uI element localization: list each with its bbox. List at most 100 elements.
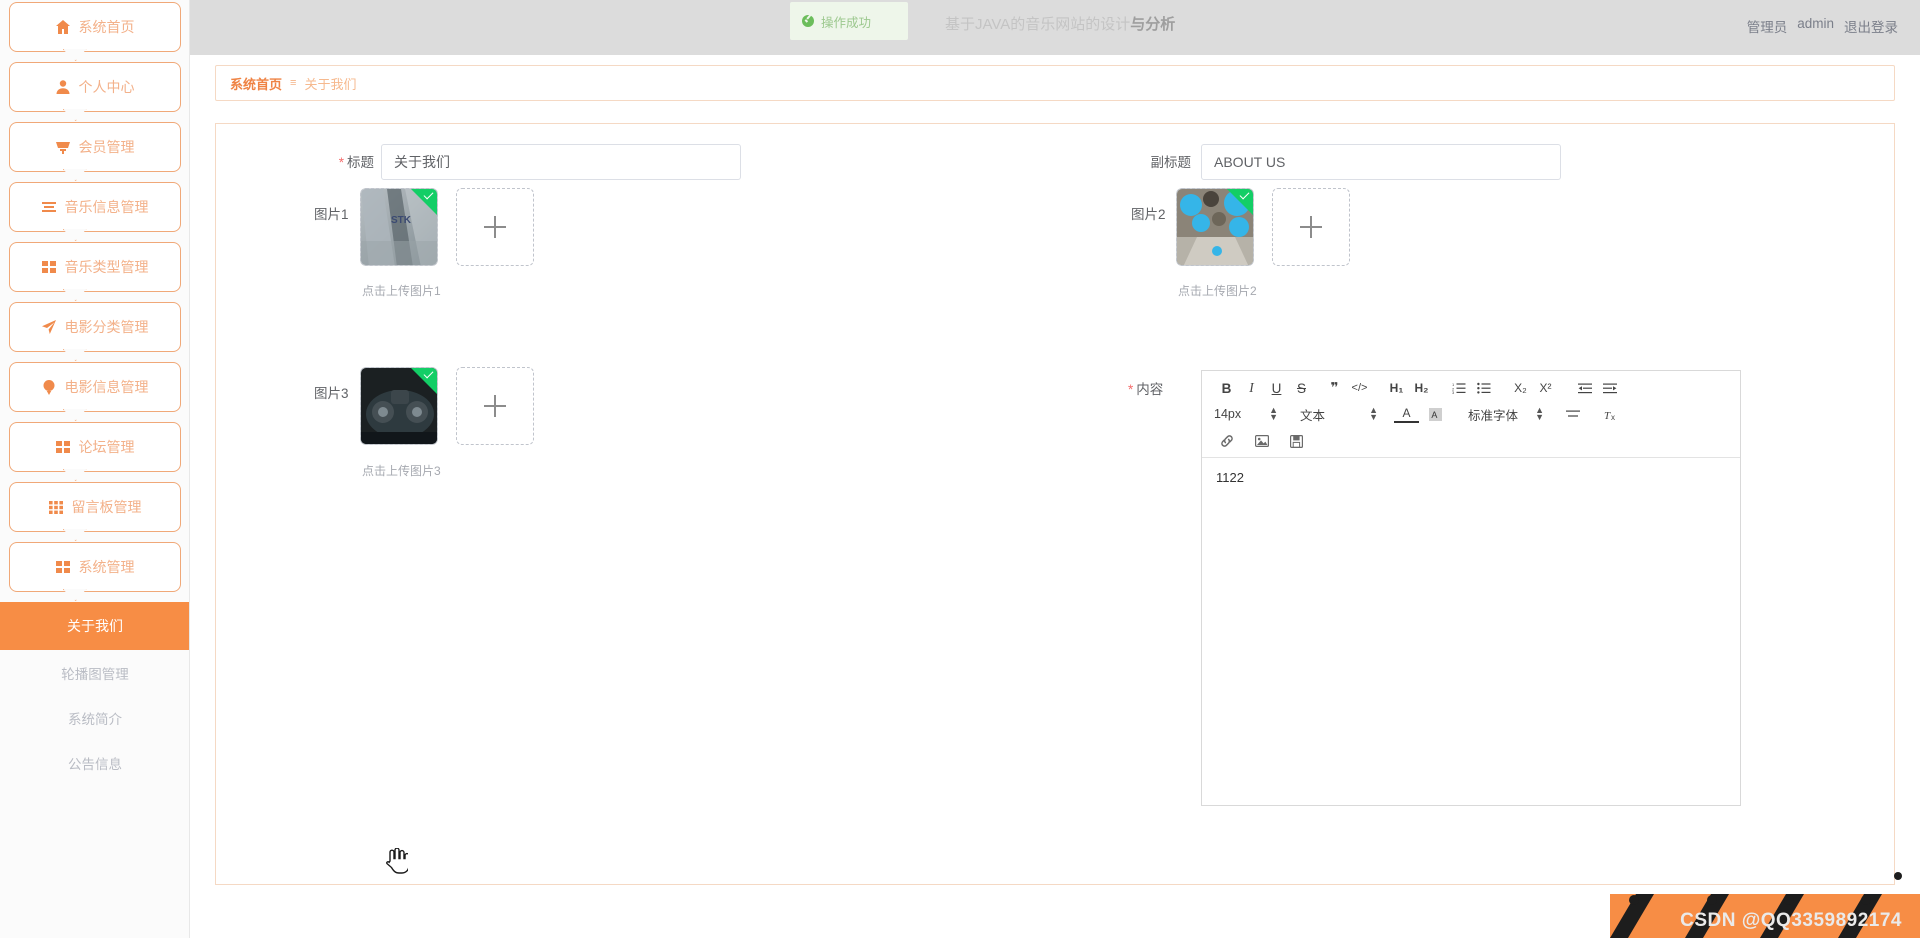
sidebar-subitem-announcement[interactable]: 公告信息 (0, 740, 189, 785)
editor-toolbar-row-1: B I U S ❞ </> H₁ H₂ 123 X₂ X² (1214, 377, 1732, 399)
sidebar-subitem-about-us[interactable]: 关于我们 (0, 602, 189, 650)
user-name-label: admin (1797, 16, 1834, 31)
sidebar-item-messageboard[interactable]: 留言板管理 (8, 482, 181, 532)
image3-add-button[interactable] (456, 367, 534, 445)
font-color-icon[interactable]: A (1394, 406, 1419, 423)
location-icon (41, 379, 57, 395)
user-role-label: 管理员 (1746, 20, 1788, 35)
heading-1-icon[interactable]: H₁ (1384, 378, 1409, 399)
grid-icon (55, 439, 71, 455)
sidebar-item-label: 系统管理 (78, 559, 135, 575)
sidebar-item-system[interactable]: 系统管理 (8, 542, 181, 592)
plus-icon (484, 216, 506, 238)
sidebar-item-label: 音乐信息管理 (64, 199, 149, 215)
blockquote-icon[interactable]: ❞ (1322, 378, 1347, 399)
breadcrumb-home-link[interactable]: 系统首页 (230, 74, 282, 93)
plus-icon (484, 395, 506, 417)
breadcrumb: 系统首页 ≡ 关于我们 (215, 65, 1895, 101)
ordered-list-icon[interactable]: 123 (1446, 378, 1471, 399)
underline-icon[interactable]: U (1264, 378, 1289, 399)
svg-text:x: x (1611, 413, 1615, 421)
sidebar-item-home[interactable]: 系统首页 (8, 2, 181, 52)
editor-content-area[interactable]: 1122 (1202, 458, 1740, 804)
bullet-list-icon[interactable] (1471, 378, 1496, 399)
sidebar-subitem-carousel[interactable]: 轮播图管理 (0, 650, 189, 695)
text-style-select[interactable]: 文本 ▲ ▼ (1300, 404, 1382, 425)
sidebar-subitem-label: 系统简介 (68, 711, 122, 727)
success-toast: 操作成功 (790, 2, 908, 40)
sidebar-item-label: 电影分类管理 (64, 319, 149, 335)
clear-format-icon[interactable]: Tx (1599, 404, 1624, 425)
code-icon[interactable]: </> (1347, 378, 1372, 399)
sidebar-item-movie-category[interactable]: 电影分类管理 (8, 302, 181, 352)
outdent-icon[interactable] (1572, 378, 1597, 399)
list-icon (41, 199, 57, 215)
font-size-value: 14px (1214, 407, 1242, 421)
image1-thumbnail[interactable]: STK (360, 188, 438, 266)
home-icon (55, 19, 71, 35)
sidebar-item-label: 系统首页 (78, 19, 135, 35)
required-mark: * (1128, 382, 1134, 397)
indent-icon[interactable] (1597, 378, 1622, 399)
sidebar-subitem-label: 关于我们 (67, 618, 123, 634)
sidebar: 系统首页 个人中心 会员管理 音乐信息管理 音乐类型管理 电影分类管理 电影信息… (0, 0, 190, 938)
heading-2-icon[interactable]: H₂ (1409, 378, 1434, 399)
image1-add-button[interactable] (456, 188, 534, 266)
sidebar-item-label: 个人中心 (78, 79, 135, 95)
sidebar-item-label: 留言板管理 (71, 499, 142, 515)
superscript-icon[interactable]: X² (1533, 378, 1558, 399)
plus-icon (1300, 216, 1322, 238)
subscript-icon[interactable]: X₂ (1508, 378, 1533, 399)
svg-text:T: T (1604, 410, 1611, 421)
sidebar-subitem-system-intro[interactable]: 系统简介 (0, 695, 189, 740)
title-input[interactable] (381, 144, 741, 180)
sidebar-item-members[interactable]: 会员管理 (8, 122, 181, 172)
font-size-select[interactable]: 14px ▲ ▼ (1214, 404, 1282, 425)
font-family-value: 标准字体 (1468, 408, 1519, 423)
sidebar-item-profile[interactable]: 个人中心 (8, 62, 181, 112)
logout-button[interactable]: 退出登录 (1844, 16, 1898, 36)
image3-upload-group (360, 367, 534, 445)
content-field-label: * 内容 (1128, 378, 1163, 398)
font-family-select[interactable]: 标准字体 ▲ ▼ (1468, 404, 1548, 425)
sidebar-item-music-type[interactable]: 音乐类型管理 (8, 242, 181, 292)
italic-icon[interactable]: I (1239, 378, 1264, 399)
image-icon[interactable] (1249, 431, 1274, 452)
image2-thumb-frame (1176, 188, 1254, 266)
user-icon (55, 79, 71, 95)
editor-toolbar-row-3 (1214, 430, 1732, 452)
sidebar-subitem-label: 公告信息 (68, 756, 122, 772)
sidebar-item-label: 音乐类型管理 (64, 259, 149, 275)
bold-icon[interactable]: B (1214, 378, 1239, 399)
page-title: 基于JAVA的音乐网站的设计与分析 (945, 13, 1175, 34)
link-icon[interactable] (1214, 431, 1239, 452)
chevron-updown-icon: ▲ ▼ (1535, 405, 1544, 422)
about-us-form: *标题 副标题 图片1 (215, 123, 1895, 885)
image2-add-button[interactable] (1272, 188, 1350, 266)
highlight-color-icon[interactable]: A (1423, 404, 1448, 425)
grid-icon (55, 559, 71, 575)
image1-thumb-frame: STK (360, 188, 438, 266)
image2-thumbnail[interactable] (1176, 188, 1254, 266)
rich-text-editor: B I U S ❞ </> H₁ H₂ 123 X₂ X² 14px ▲ ▼ 文… (1201, 370, 1741, 806)
sidebar-item-forum[interactable]: 论坛管理 (8, 422, 181, 472)
breadcrumb-separator-icon: ≡ (290, 77, 297, 89)
image2-upload-hint: 点击上传图片2 (1178, 284, 1257, 298)
chevron-updown-icon: ▲ ▼ (1369, 405, 1378, 422)
image3-upload-hint: 点击上传图片3 (362, 464, 441, 478)
video-icon[interactable] (1284, 431, 1309, 452)
editor-toolbar-row-2: 14px ▲ ▼ 文本 ▲ ▼ A A 标准字体 ▲ ▼ T x (1214, 403, 1732, 425)
image1-upload-group: STK (360, 188, 534, 266)
grid-icon (41, 259, 57, 275)
sidebar-item-label: 会员管理 (78, 139, 135, 155)
strikethrough-icon[interactable]: S (1289, 378, 1314, 399)
send-icon (41, 319, 57, 335)
user-area: 管理员 admin 退出登录 (1747, 16, 1898, 36)
subtitle-input[interactable] (1201, 144, 1561, 180)
align-icon[interactable] (1560, 404, 1585, 425)
image3-thumbnail[interactable] (360, 367, 438, 445)
subtitle-field-label: 副标题 (1150, 155, 1192, 170)
sidebar-item-music-info[interactable]: 音乐信息管理 (8, 182, 181, 232)
sidebar-item-movie-info[interactable]: 电影信息管理 (8, 362, 181, 412)
content-label-text: 内容 (1136, 382, 1164, 397)
